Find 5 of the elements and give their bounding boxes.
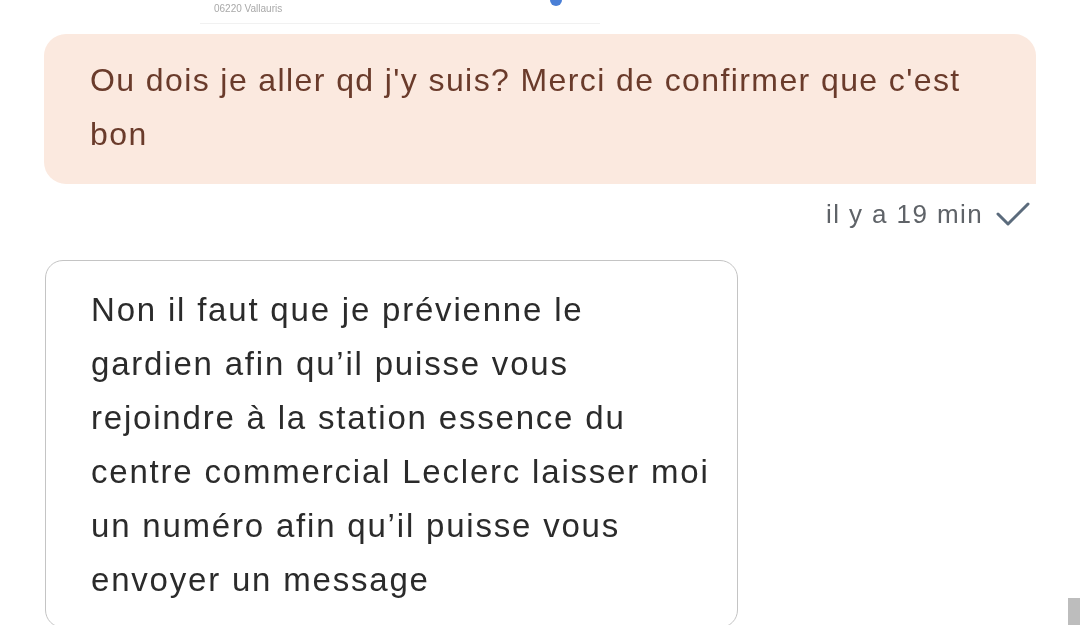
message-time: il y a 19 min <box>826 199 983 229</box>
message-text: Ou dois je aller qd j'y suis? Merci de confirmer que c'est bon <box>90 61 962 154</box>
address-text: 06220 Vallauris <box>214 3 283 15</box>
scrollbar-thumb[interactable] <box>1068 598 1080 625</box>
message-text: Non il faut que je prévienne le gardien afin qu’il puisse vous rejoindre à la station essence du centre commercial Leclerc laisser moi un numéro afin qu’il puisse vous envoyer un message <box>91 290 711 600</box>
